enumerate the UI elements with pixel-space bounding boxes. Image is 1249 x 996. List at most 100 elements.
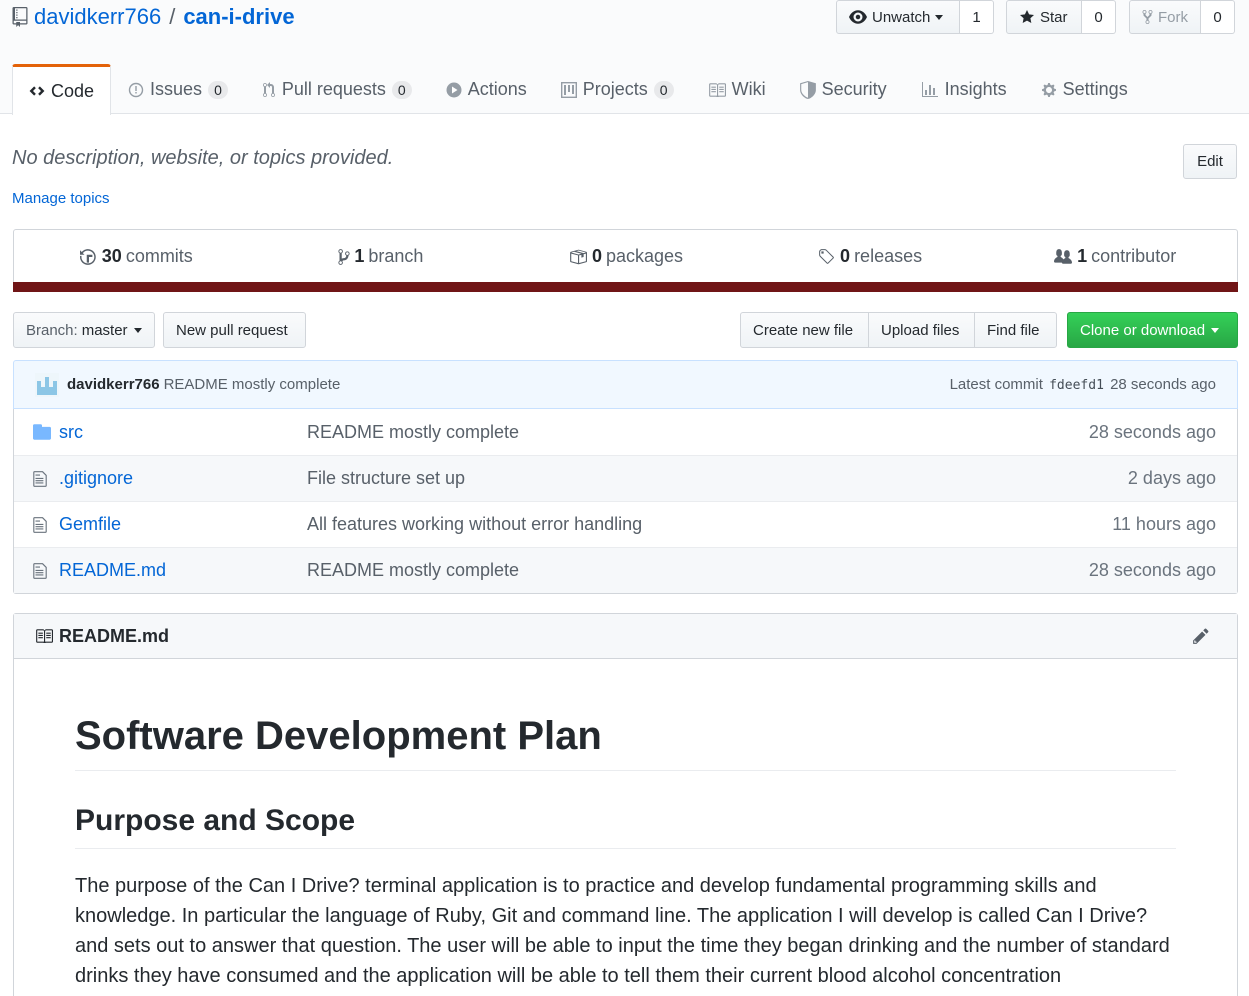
tab-insights[interactable]: Insights	[904, 64, 1024, 114]
code-icon	[29, 86, 45, 96]
file-age: 28 seconds ago	[1088, 421, 1216, 442]
stargazers-count[interactable]: 0	[1082, 0, 1116, 34]
commits-count: 30	[101, 246, 122, 266]
file-icon	[33, 562, 53, 580]
eye-icon	[849, 10, 867, 24]
readme-content: Software Development Plan Purpose and Sc…	[14, 714, 1237, 991]
branches-label: branch	[368, 246, 424, 266]
tab-security[interactable]: Security	[783, 64, 904, 114]
contributors-count: 1	[1077, 246, 1088, 266]
chevron-down-icon	[1211, 327, 1220, 333]
avatar[interactable]	[35, 372, 59, 397]
file-name-link[interactable]: .gitignore	[59, 468, 307, 489]
fork-button[interactable]: Fork	[1129, 0, 1201, 34]
fork-group: Fork 0	[1129, 0, 1235, 34]
file-name-link[interactable]: src	[59, 422, 307, 443]
readme-heading-2: Purpose and Scope	[75, 802, 1176, 849]
tab-security-label: Security	[821, 79, 887, 99]
edit-description-button[interactable]: Edit	[1183, 144, 1237, 179]
file-name-link[interactable]: Gemfile	[59, 514, 307, 535]
commit-author-link[interactable]: davidkerr766	[67, 376, 160, 393]
file-list: src README mostly complete 28 seconds ag…	[13, 409, 1238, 594]
commits-label: commits	[125, 246, 193, 266]
readme-filename: README.md	[59, 625, 170, 646]
book-icon	[708, 82, 726, 97]
tab-issues[interactable]: Issues 0	[111, 64, 245, 114]
commit-sha-link[interactable]: fdeefd1	[1049, 378, 1104, 393]
file-icon	[33, 516, 53, 534]
projects-counter: 0	[653, 80, 674, 99]
manage-topics-link[interactable]: Manage topics	[12, 190, 110, 207]
history-icon	[79, 248, 96, 265]
language-bar	[13, 282, 1238, 292]
tab-wiki[interactable]: Wiki	[691, 64, 783, 114]
pencil-icon[interactable]	[1192, 627, 1210, 645]
packages-label: packages	[605, 246, 684, 266]
repo-name-link[interactable]: can-i-drive	[183, 4, 294, 30]
clone-or-download-button[interactable]: Clone or download	[1067, 312, 1238, 348]
table-row: .gitignore File structure set up 2 days …	[14, 455, 1237, 501]
tab-wiki-label: Wiki	[731, 79, 766, 99]
file-name-link[interactable]: README.md	[59, 560, 307, 581]
branches-count: 1	[354, 246, 365, 266]
branch-select-button[interactable]: Branch: master	[13, 312, 155, 348]
file-commit-message-link[interactable]: All features working without error handl…	[307, 514, 642, 535]
packages-link[interactable]: 0 packages	[503, 230, 748, 283]
file-age: 11 hours ago	[1112, 514, 1216, 534]
file-commit-message-link[interactable]: README mostly complete	[307, 560, 519, 581]
tab-projects[interactable]: Projects 0	[544, 64, 691, 114]
watchers-count[interactable]: 1	[960, 0, 994, 34]
create-new-file-button[interactable]: Create new file	[740, 312, 869, 348]
find-file-button[interactable]: Find file	[974, 312, 1057, 348]
file-navigation: Branch: master New pull request Create n…	[13, 312, 1238, 348]
tab-actions-label: Actions	[467, 79, 527, 99]
tab-insights-label: Insights	[944, 79, 1007, 99]
branches-link[interactable]: 1 branch	[259, 230, 504, 283]
unwatch-label: Unwatch	[872, 8, 931, 26]
releases-label: releases	[854, 246, 923, 266]
tab-actions[interactable]: Actions	[429, 64, 544, 114]
branch-icon	[338, 248, 350, 265]
commit-age: 28 seconds ago	[1110, 376, 1216, 393]
repo-title: davidkerr766 / can-i-drive	[12, 2, 295, 32]
table-row: src README mostly complete 28 seconds ag…	[14, 409, 1237, 455]
packages-count: 0	[591, 246, 602, 266]
issues-counter: 0	[208, 80, 228, 99]
latest-commit-label: Latest commit	[949, 376, 1043, 393]
gear-icon	[1041, 82, 1056, 97]
unwatch-button[interactable]: Unwatch	[836, 0, 960, 34]
tab-issues-label: Issues	[150, 79, 203, 99]
fork-label: Fork	[1158, 8, 1188, 26]
star-group: Star 0	[1006, 0, 1116, 34]
fork-icon	[1142, 9, 1153, 25]
forks-count[interactable]: 0	[1201, 0, 1235, 34]
commit-message-link[interactable]: README mostly complete	[164, 376, 341, 393]
contributors-link[interactable]: 1 contributor	[992, 230, 1237, 283]
tab-pull-requests[interactable]: Pull requests 0	[245, 64, 429, 114]
project-icon	[560, 81, 577, 98]
latest-commit-bar: davidkerr766 README mostly complete Late…	[13, 360, 1238, 409]
tab-settings[interactable]: Settings	[1024, 64, 1145, 114]
file-icon	[33, 470, 53, 488]
readme-heading-1: Software Development Plan	[75, 714, 1176, 771]
star-label: Star	[1040, 8, 1068, 26]
file-age: 2 days ago	[1127, 468, 1216, 488]
readme-paragraph: The purpose of the Can I Drive? terminal…	[75, 874, 1170, 987]
table-row: Gemfile All features working without err…	[14, 501, 1237, 547]
upload-files-button[interactable]: Upload files	[868, 312, 975, 348]
shield-icon	[799, 80, 816, 99]
new-pull-request-button[interactable]: New pull request	[163, 312, 306, 348]
tab-code[interactable]: Code	[12, 64, 112, 115]
releases-link[interactable]: 0 releases	[748, 230, 993, 283]
file-commit-message-link[interactable]: File structure set up	[307, 468, 465, 489]
chevron-down-icon	[133, 327, 142, 333]
readme-header: README.md	[14, 614, 1237, 659]
star-button[interactable]: Star	[1006, 0, 1082, 34]
file-commit-message-link[interactable]: README mostly complete	[307, 422, 519, 443]
repo-summary: 30 commits 1 branch 0 packages 0 release…	[13, 229, 1238, 292]
repo-owner-link[interactable]: davidkerr766	[34, 4, 161, 30]
table-row: README.md README mostly complete 28 seco…	[14, 547, 1237, 593]
commits-link[interactable]: 30 commits	[14, 230, 259, 283]
chevron-down-icon	[935, 14, 944, 20]
tab-code-label: Code	[51, 80, 95, 101]
